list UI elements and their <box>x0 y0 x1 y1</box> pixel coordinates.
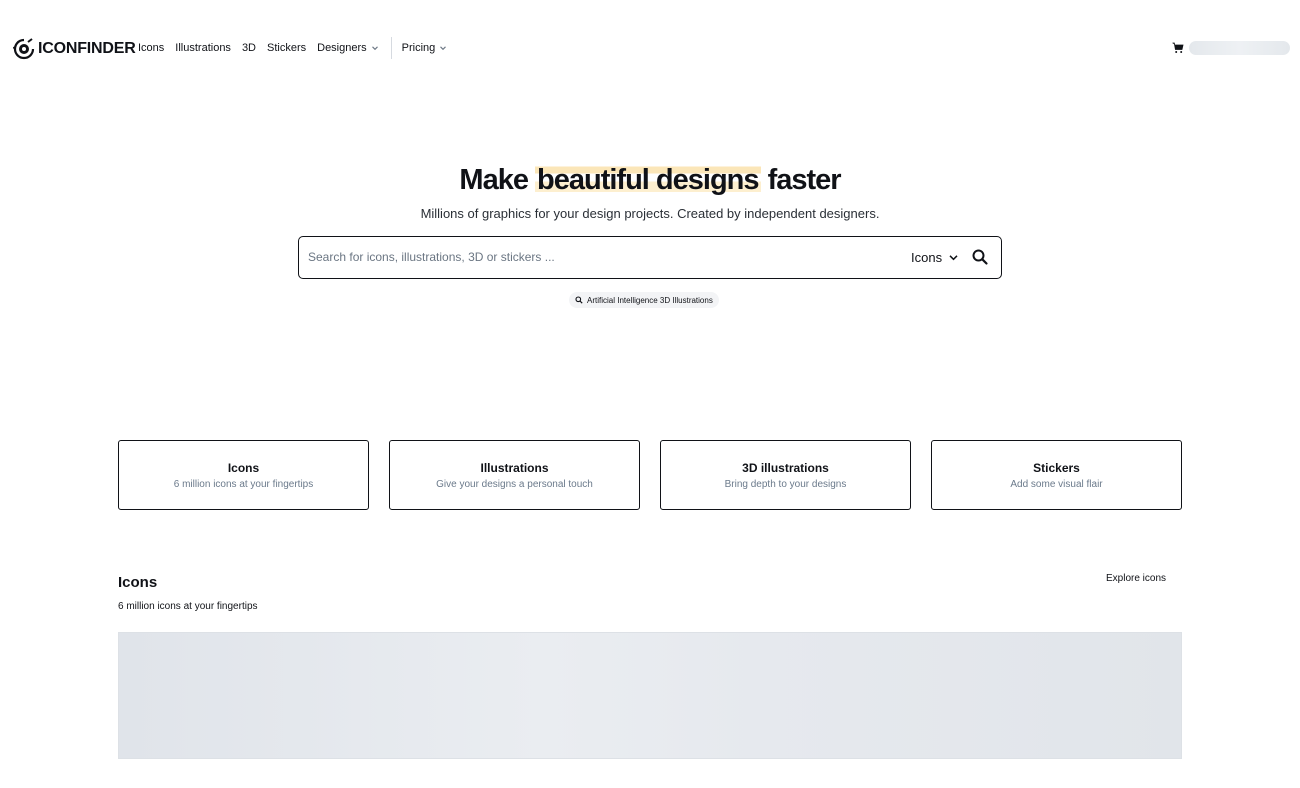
main-nav: Icons Illustrations 3D Stickers Designer… <box>138 37 458 59</box>
nav-item-3d[interactable]: 3D <box>242 42 256 54</box>
search-input[interactable] <box>308 237 888 277</box>
search-suggestion-chip[interactable]: Artificial Intelligence 3D Illustrations <box>569 292 719 308</box>
search-bar: Icons <box>298 236 1002 279</box>
category-card-illustrations[interactable]: Illustrations Give your designs a person… <box>389 440 640 510</box>
nav-item-designers-dropdown[interactable]: Designers <box>317 42 379 54</box>
explore-icons-link[interactable]: Explore icons <box>1106 573 1166 584</box>
category-card-icons[interactable]: Icons 6 million icons at your fingertips <box>118 440 369 510</box>
user-menu-skeleton <box>1189 41 1290 55</box>
nav-item-icons[interactable]: Icons <box>138 42 164 54</box>
hero-title-highlight: beautiful designs <box>535 164 761 196</box>
nav-item-stickers[interactable]: Stickers <box>267 42 306 54</box>
chevron-down-icon <box>440 46 447 51</box>
icons-loading-placeholder <box>118 632 1182 759</box>
search-type-select[interactable]: Icons <box>911 249 958 265</box>
nav-divider <box>390 37 392 59</box>
card-description: Bring depth to your designs <box>724 479 847 490</box>
card-title: Icons <box>227 461 260 475</box>
hero-title-suffix: faster <box>767 164 842 196</box>
top-navigation: ICONFINDER Icons Illustrations 3D Sticke… <box>0 0 1300 96</box>
nav-item-pricing-dropdown[interactable]: Pricing <box>402 42 448 54</box>
hero-subtitle: Millions of graphics for your design pro… <box>420 206 880 221</box>
hero-title: Make beautiful designs faster <box>0 160 1300 200</box>
card-description: Add some visual flair <box>1010 479 1103 490</box>
iconfinder-logo-icon <box>13 38 35 60</box>
icons-section-subtitle: 6 million icons at your fingertips <box>118 601 258 612</box>
chevron-down-icon <box>949 254 958 260</box>
suggestion-label: Artificial Intelligence 3D Illustrations <box>587 295 713 305</box>
category-card-3d-illustrations[interactable]: 3D illustrations Bring depth to your des… <box>660 440 911 510</box>
nav-item-designers-label: Designers <box>317 42 367 54</box>
search-icon <box>575 296 583 304</box>
card-title: Illustrations <box>480 461 549 475</box>
hero-title-prefix: Make <box>459 164 529 196</box>
category-card-stickers[interactable]: Stickers Add some visual flair <box>931 440 1182 510</box>
card-description: Give your designs a personal touch <box>436 479 593 490</box>
logo-text: ICONFINDER <box>38 40 136 57</box>
search-icon[interactable] <box>971 248 989 266</box>
card-description: 6 million icons at your fingertips <box>173 479 314 490</box>
card-title: 3D illustrations <box>742 461 829 475</box>
cart-icon[interactable] <box>1172 42 1184 54</box>
card-title: Stickers <box>1033 461 1080 475</box>
icons-section-title: Icons <box>118 574 158 591</box>
search-type-value: Icons <box>911 249 943 265</box>
chevron-down-icon <box>371 46 378 51</box>
iconfinder-logo[interactable]: ICONFINDER <box>13 38 136 60</box>
nav-item-illustrations[interactable]: Illustrations <box>175 42 231 54</box>
nav-item-pricing-label: Pricing <box>401 42 436 54</box>
